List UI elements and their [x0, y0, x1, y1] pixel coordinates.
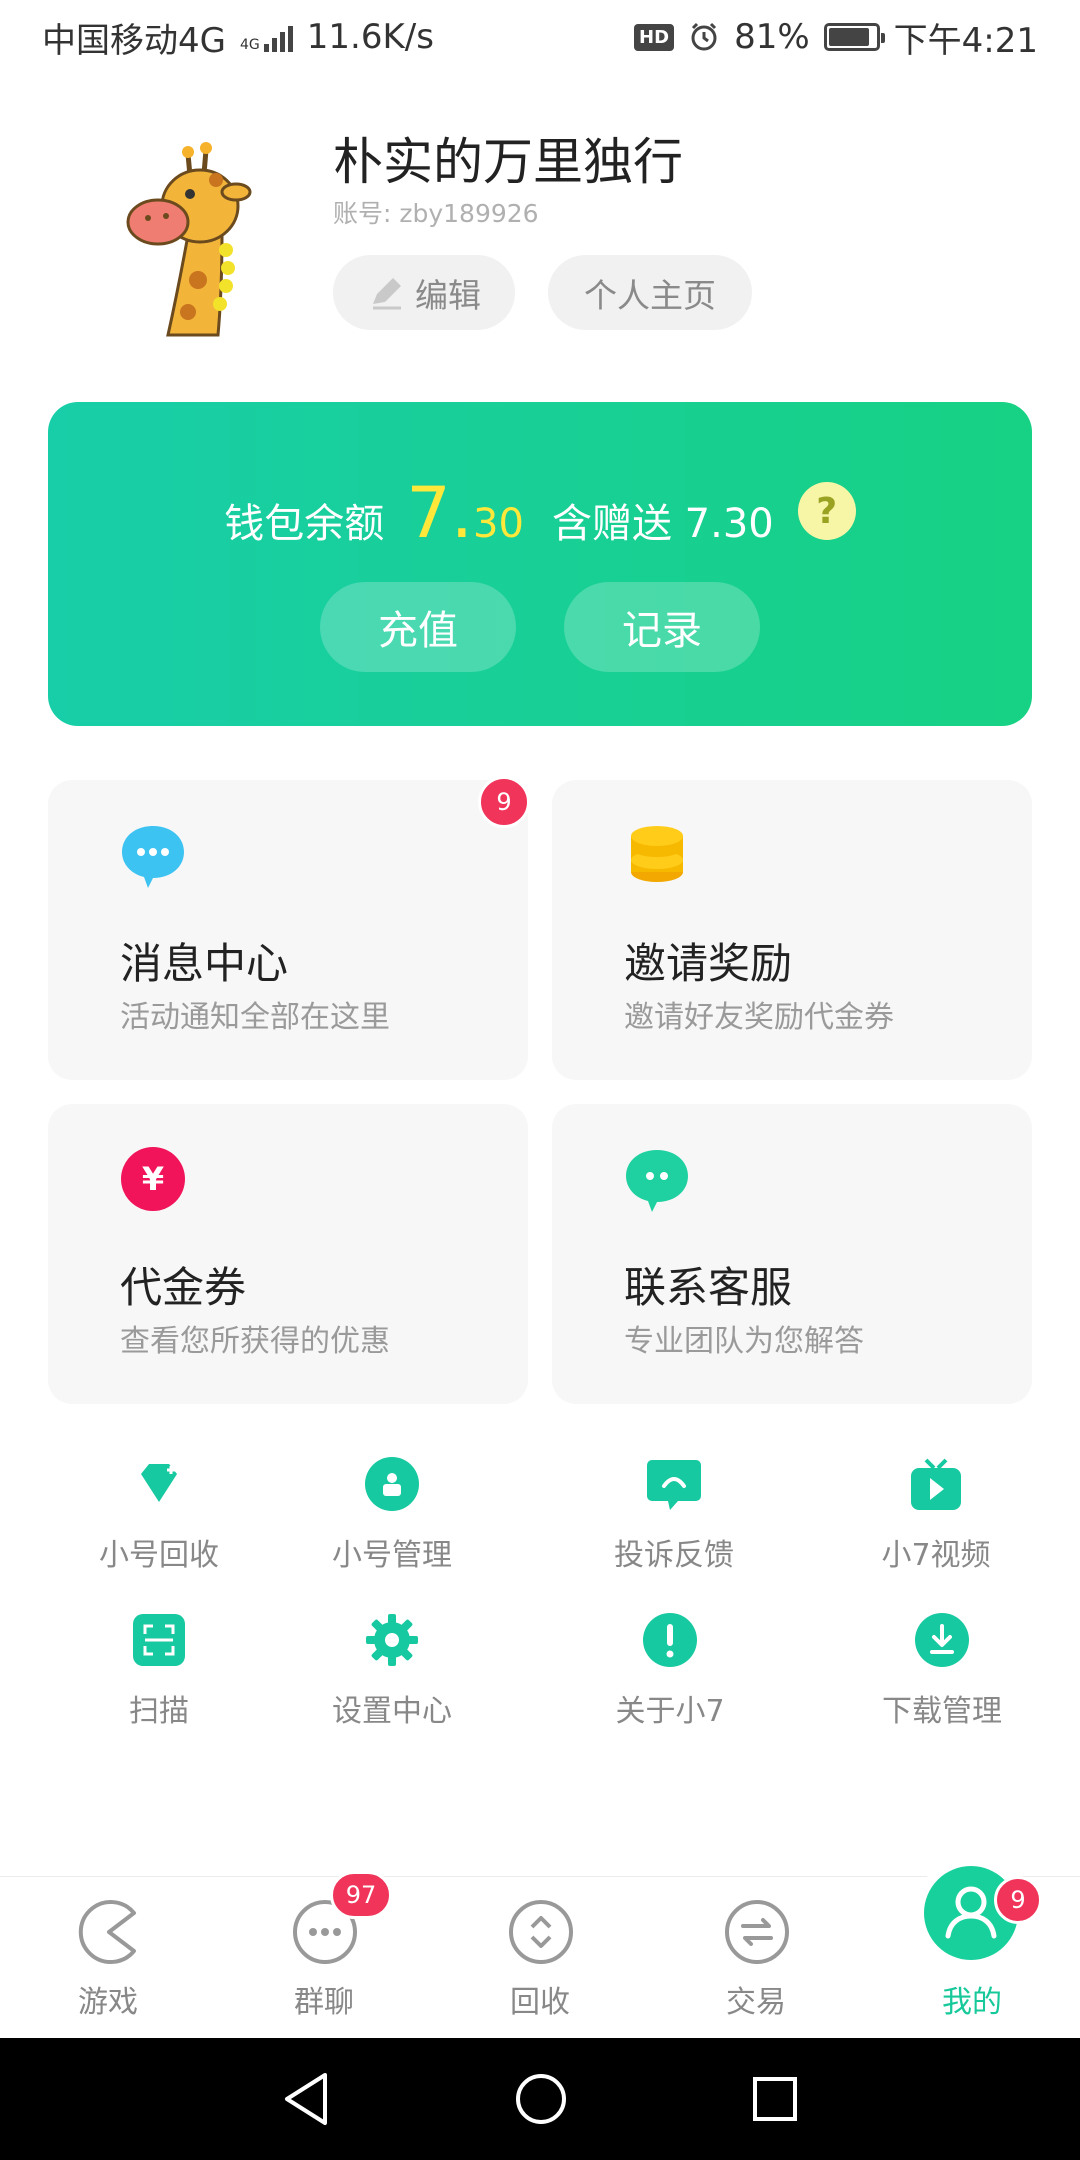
grid-label: 关于小7 — [615, 1694, 725, 1729]
card-subtitle: 活动通知全部在这里 — [120, 1000, 390, 1035]
card-title: 代金券 — [120, 1263, 247, 1312]
card-title: 消息中心 — [120, 939, 289, 988]
grid-label: 小号管理 — [332, 1538, 452, 1573]
grid-label: 小号回收 — [99, 1538, 219, 1573]
status-bar: 中国移动4G 4G 11.6K/s HD 81% 下午4:21 — [0, 0, 1080, 74]
nav-item-games[interactable]: 游戏 — [0, 1877, 216, 2039]
grid-item-account-recycle[interactable]: 小号回收 — [59, 1456, 259, 1574]
wallet-card: 钱包余额 7. 30 含赠送 7.30 ? 充值 记录 — [48, 402, 1032, 726]
card-subtitle: 邀请好友奖励代金券 — [624, 1000, 894, 1035]
system-navigation-bar — [0, 2038, 1080, 2160]
homepage-label: 个人主页 — [584, 275, 716, 315]
card-title: 邀请奖励 — [624, 939, 793, 988]
pencil-icon — [373, 277, 401, 309]
grid-item-scan[interactable]: 扫描 — [59, 1612, 259, 1730]
recents-icon[interactable] — [751, 2075, 799, 2123]
wallet-balance-decimal: 30 — [473, 501, 524, 547]
nav-label: 交易 — [726, 1985, 786, 2020]
wallet-balance-row: 钱包余额 7. 30 含赠送 7.30 ? — [48, 472, 1032, 554]
battery-percent: 81% — [734, 17, 810, 57]
nav-label: 回收 — [510, 1985, 570, 2020]
bottom-nav: 游戏 群聊 97 回收 交易 我的 — [0, 1871, 1080, 2039]
exclamation-icon — [643, 1613, 697, 1667]
grid-item-video[interactable]: 小7视频 — [836, 1456, 1036, 1574]
wallet-balance-label: 钱包余额 — [224, 501, 385, 547]
carrier-label: 中国移动4G — [42, 20, 226, 61]
nav-item-recycle[interactable]: 回收 — [432, 1877, 648, 2039]
yen-coupon-icon: ¥ — [121, 1147, 185, 1211]
invite-reward-card[interactable]: 邀请奖励 邀请好友奖励代金券 — [552, 780, 1032, 1080]
customer-service-card[interactable]: 联系客服 专业团队为您解答 — [552, 1104, 1032, 1404]
account-manage-icon — [365, 1457, 419, 1511]
card-subtitle: 专业团队为您解答 — [624, 1324, 864, 1359]
group-chat-badge: 97 — [330, 1871, 392, 1919]
grid-label: 设置中心 — [332, 1694, 452, 1729]
chat-bubble-icon — [122, 826, 184, 888]
alarm-icon — [691, 22, 717, 51]
user-name: 朴实的万里独行 — [333, 133, 683, 191]
video-tv-icon — [911, 1458, 961, 1510]
feedback-icon — [647, 1460, 701, 1510]
help-icon[interactable]: ? — [797, 482, 856, 540]
nav-label: 游戏 — [78, 1985, 138, 2020]
card-subtitle: 查看您所获得的优惠 — [120, 1324, 390, 1359]
grid-label: 扫描 — [129, 1694, 189, 1729]
wallet-balance-int: 7. — [406, 472, 474, 554]
clock: 下午4:21 — [893, 20, 1038, 61]
grid-item-download-manage[interactable]: 下载管理 — [842, 1612, 1042, 1730]
trade-icon — [725, 1900, 789, 1964]
grid-item-about[interactable]: 关于小7 — [570, 1612, 770, 1730]
diamond-icon — [141, 1464, 177, 1502]
coins-icon — [631, 826, 683, 882]
battery-fill — [828, 28, 870, 46]
grid-item-account-manage[interactable]: 小号管理 — [292, 1456, 492, 1574]
network-speed: 11.6K/s — [306, 17, 434, 57]
edit-label: 编辑 — [415, 275, 481, 315]
card-title: 联系客服 — [624, 1263, 793, 1312]
download-icon — [915, 1613, 969, 1667]
net-type-label: 4G — [239, 37, 260, 53]
recharge-button[interactable]: 充值 — [320, 582, 516, 672]
nav-item-trade[interactable]: 交易 — [648, 1877, 864, 2039]
edit-profile-button[interactable]: 编辑 — [333, 255, 515, 330]
back-icon[interactable] — [281, 2071, 331, 2127]
grid-item-feedback[interactable]: 投诉反馈 — [574, 1456, 774, 1574]
scan-icon — [133, 1614, 185, 1666]
home-icon[interactable] — [514, 2072, 568, 2126]
record-button[interactable]: 记录 — [564, 582, 760, 672]
mine-badge: 9 — [994, 1876, 1042, 1924]
nav-item-group-chat[interactable]: 群聊 97 — [216, 1871, 432, 2039]
message-badge: 9 — [478, 776, 530, 828]
signal-icon: 4G — [240, 22, 293, 52]
giraffe-avatar[interactable] — [118, 140, 278, 340]
recycle-icon — [509, 1900, 573, 1964]
customer-service-icon — [626, 1150, 688, 1212]
pacman-icon — [78, 1900, 136, 1964]
gear-icon — [366, 1614, 418, 1666]
voucher-card[interactable]: ¥ 代金券 查看您所获得的优惠 — [48, 1104, 528, 1404]
account-id: 账号: zby189926 — [333, 199, 539, 228]
grid-item-settings[interactable]: 设置中心 — [292, 1612, 492, 1730]
hd-icon: HD — [634, 23, 675, 51]
personal-homepage-button[interactable]: 个人主页 — [548, 255, 752, 330]
wallet-gift-amount: 含赠送 7.30 — [551, 501, 774, 547]
svg-text:¥: ¥ — [142, 1160, 164, 1198]
status-left: 中国移动4G 4G 11.6K/s — [42, 13, 434, 62]
grid-label: 投诉反馈 — [614, 1538, 734, 1573]
nav-label: 群聊 — [294, 1985, 354, 2020]
battery-icon — [823, 23, 885, 51]
status-right: HD 81% 下午4:21 — [634, 13, 1038, 62]
grid-label: 下载管理 — [882, 1694, 1002, 1729]
message-center-card[interactable]: 消息中心 活动通知全部在这里 9 — [48, 776, 530, 1080]
grid-label: 小7视频 — [881, 1538, 991, 1573]
nav-label: 我的 — [942, 1985, 1002, 2020]
